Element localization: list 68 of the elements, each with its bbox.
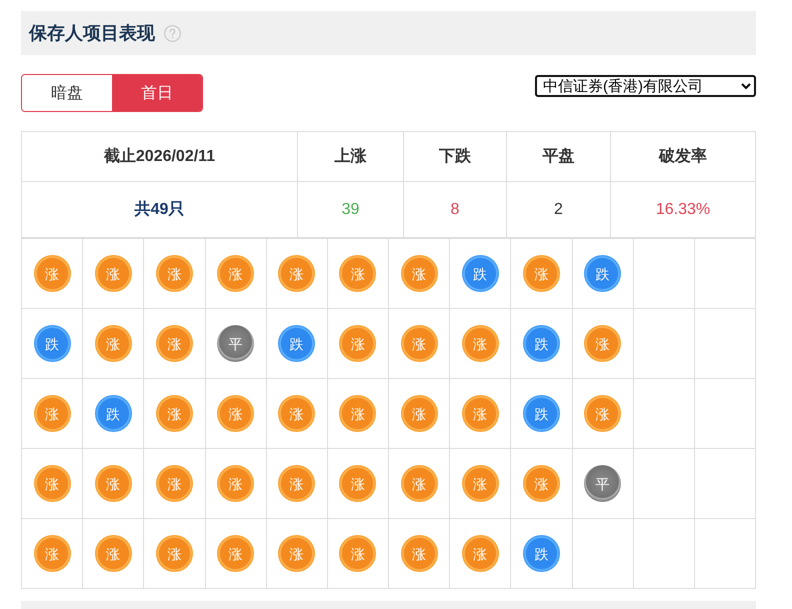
fall-coin: 跌 bbox=[34, 325, 71, 362]
fall-coin: 跌 bbox=[462, 255, 499, 292]
table-header: 截止2026/02/11 bbox=[22, 132, 298, 182]
rise-coin: 涨 bbox=[34, 255, 71, 292]
rise-coin: 涨 bbox=[584, 325, 622, 362]
table-header: 下跌 bbox=[404, 132, 507, 182]
rise-coin: 涨 bbox=[217, 395, 254, 432]
rise-coin: 涨 bbox=[339, 465, 376, 502]
rise-coin: 涨 bbox=[400, 395, 438, 432]
rise-coin: 涨 bbox=[278, 255, 316, 292]
fall-coin: 跌 bbox=[522, 325, 560, 362]
help-icon[interactable] bbox=[164, 24, 181, 42]
rise-coin: 涨 bbox=[156, 255, 193, 292]
rise-coin: 涨 bbox=[217, 535, 254, 572]
rise-coin: 涨 bbox=[400, 535, 438, 572]
fall-coin: 跌 bbox=[584, 255, 622, 292]
rise-coin: 涨 bbox=[522, 465, 560, 502]
rise-coin: 涨 bbox=[339, 395, 376, 432]
rise-coin: 涨 bbox=[278, 465, 316, 502]
rise-coin: 涨 bbox=[462, 325, 499, 362]
rise-coin: 涨 bbox=[278, 395, 316, 432]
broker-dropdown[interactable]: 中信证券(香港)有限公司 bbox=[535, 75, 756, 97]
rise-coin: 涨 bbox=[156, 465, 193, 502]
table-cell: 共49只 bbox=[22, 182, 298, 238]
rise-coin: 涨 bbox=[94, 255, 132, 292]
rise-coin: 涨 bbox=[462, 395, 499, 432]
table-cell: 8 bbox=[404, 182, 507, 238]
table-header: 平盘 bbox=[507, 132, 611, 182]
tab[interactable]: 首日 bbox=[112, 75, 202, 111]
table-cell: 39 bbox=[298, 182, 404, 238]
rise-coin: 涨 bbox=[217, 255, 254, 292]
table-header: 上涨 bbox=[298, 132, 404, 182]
rise-coin: 涨 bbox=[156, 325, 193, 362]
rise-coin: 涨 bbox=[34, 535, 71, 572]
rise-coin: 涨 bbox=[339, 255, 376, 292]
empty-grid-cell bbox=[694, 379, 756, 449]
empty-grid-cell bbox=[694, 449, 756, 519]
flat-coin: 平 bbox=[584, 465, 622, 502]
table-cell: 2 bbox=[507, 182, 611, 238]
empty-grid-cell bbox=[634, 519, 695, 589]
rise-coin: 涨 bbox=[94, 465, 132, 502]
table-cell: 16.33% bbox=[611, 182, 756, 238]
rise-coin: 涨 bbox=[584, 395, 622, 432]
rise-coin: 涨 bbox=[94, 325, 132, 362]
rise-coin: 涨 bbox=[462, 535, 499, 572]
rise-coin: 涨 bbox=[400, 325, 438, 362]
rise-coin: 涨 bbox=[156, 535, 193, 572]
fall-coin: 跌 bbox=[522, 395, 560, 432]
rise-coin: 涨 bbox=[462, 465, 499, 502]
flat-coin: 平 bbox=[217, 325, 254, 362]
fall-coin: 跌 bbox=[94, 395, 132, 432]
rise-coin: 涨 bbox=[34, 395, 71, 432]
rise-coin: 涨 bbox=[217, 465, 254, 502]
table-header: 破发率 bbox=[611, 132, 756, 182]
rise-coin: 涨 bbox=[156, 395, 193, 432]
rise-coin: 涨 bbox=[94, 535, 132, 572]
fall-coin: 跌 bbox=[278, 325, 316, 362]
rise-coin: 涨 bbox=[34, 465, 71, 502]
rise-coin: 涨 bbox=[522, 255, 560, 292]
section-title: 保存人项目表现 bbox=[29, 22, 155, 45]
empty-grid-cell bbox=[694, 519, 756, 589]
fall-coin: 跌 bbox=[522, 535, 560, 572]
rise-coin: 涨 bbox=[400, 255, 438, 292]
rise-coin: 涨 bbox=[278, 535, 316, 572]
empty-grid-cell bbox=[694, 309, 756, 379]
rise-coin: 涨 bbox=[339, 535, 376, 572]
rise-coin: 涨 bbox=[339, 325, 376, 362]
rise-coin: 涨 bbox=[400, 465, 438, 502]
